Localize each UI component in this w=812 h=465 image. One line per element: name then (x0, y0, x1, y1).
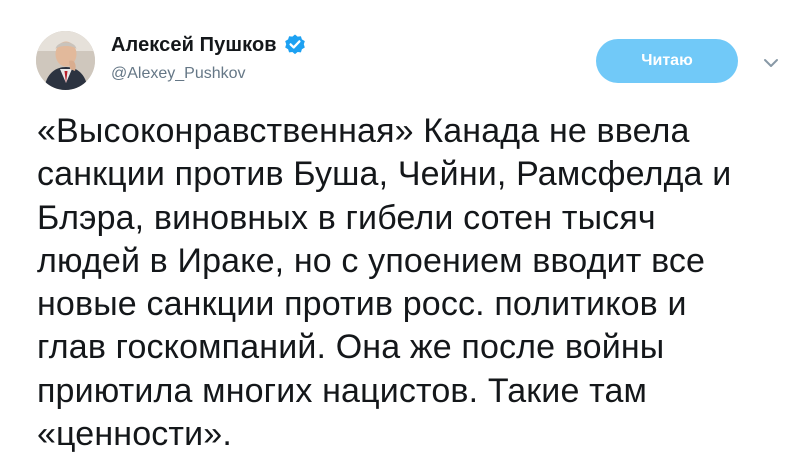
avatar[interactable] (36, 31, 95, 90)
chevron-down-icon[interactable] (763, 56, 779, 68)
tweet-card: Алексей Пушков @Alexey_Pushkov Читаю «Вы… (0, 0, 812, 465)
author-block: Алексей Пушков @Alexey_Pushkov (111, 33, 307, 83)
following-button[interactable]: Читаю (596, 39, 738, 83)
verified-badge-icon (283, 33, 307, 57)
name-row: Алексей Пушков (111, 33, 307, 57)
tweet-text: «Высоконравственная» Канада не ввела сан… (37, 112, 732, 454)
display-name[interactable]: Алексей Пушков (111, 34, 277, 57)
avatar-photo (36, 31, 95, 90)
user-handle[interactable]: @Alexey_Pushkov (111, 65, 307, 83)
